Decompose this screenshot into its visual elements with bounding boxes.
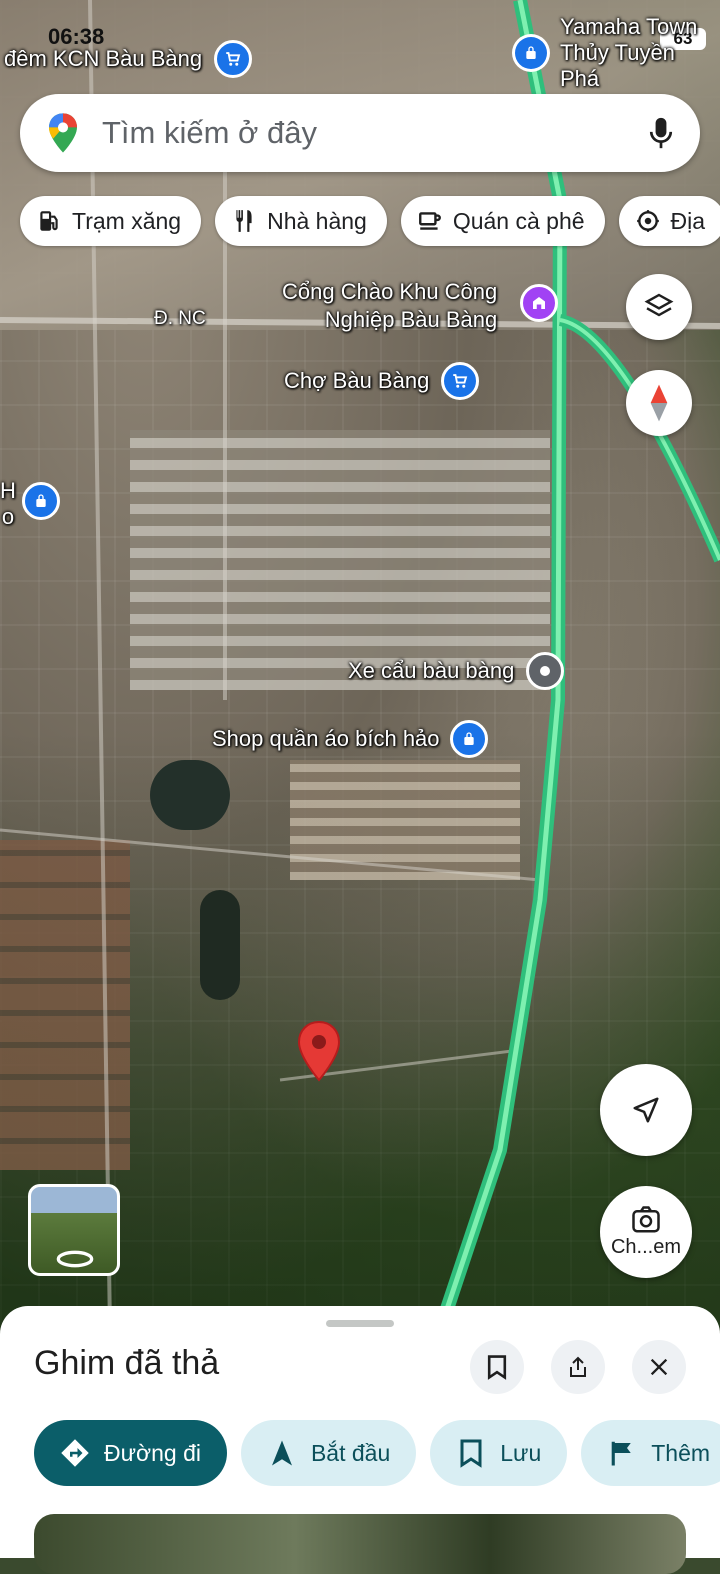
chip-gas-station[interactable]: Trạm xăng: [20, 196, 202, 246]
poi-label-2: Thủy Tuyền Phá: [559, 40, 675, 91]
chip-label: Trạm xăng: [72, 207, 182, 234]
microphone-icon[interactable]: [648, 115, 674, 151]
poi-label-2: o: [1, 504, 15, 529]
street-view-thumbnail[interactable]: [28, 1184, 120, 1276]
camera-search-icon: [632, 1205, 660, 1232]
close-button[interactable]: [632, 1340, 686, 1394]
attraction-icon: [636, 210, 659, 232]
location-dot-icon: [526, 652, 565, 690]
my-location-button[interactable]: [600, 1064, 692, 1156]
navigation-arrow-icon: [271, 1440, 292, 1466]
place-photo[interactable]: [34, 1514, 686, 1574]
poi-label: Xe cẩu bàu bàng: [348, 658, 515, 683]
shopping-bag-icon[interactable]: [22, 482, 60, 520]
road-label-nc: Đ. NC: [154, 308, 206, 329]
shopping-bag-icon: [449, 720, 488, 758]
chip-label: Quán cà phê: [452, 207, 585, 234]
poi-label: Chợ Bàu Bàng: [284, 368, 430, 393]
place-sheet[interactable]: Ghim đã thả Đường đi Bắt đầu Lưu Thêm: [0, 1306, 720, 1574]
poi-gate[interactable]: Cổng Chào Khu Công Nghiệp Bàu Bàng: [282, 278, 497, 334]
poi-label: Yamaha Town: [559, 14, 698, 39]
google-maps-logo-icon: [49, 113, 77, 153]
chip-restaurant[interactable]: Nhà hàng: [215, 196, 387, 246]
share-icon: [570, 1356, 586, 1377]
coffee-icon: [418, 212, 441, 230]
shopping-bag-icon: [512, 34, 550, 72]
landmark-gate-icon[interactable]: [520, 284, 558, 322]
poi-crane[interactable]: Xe cẩu bàu bàng: [348, 652, 565, 690]
save-button[interactable]: Lưu: [430, 1420, 568, 1486]
poi-kcn-bau-bang[interactable]: đêm KCN Bàu Bàng: [4, 40, 253, 78]
poi-label-2: Nghiệp Bàu Bàng: [324, 307, 498, 332]
poi-label: Shop quần áo bích hảo: [212, 726, 440, 751]
start-button[interactable]: Bắt đầu: [240, 1420, 417, 1486]
dropped-pin-icon[interactable]: [296, 1020, 342, 1084]
poi-label: đêm KCN Bàu Bàng: [4, 46, 203, 71]
compass-icon: [650, 384, 668, 422]
layers-icon: [644, 293, 674, 317]
chip-label: Địa: [670, 207, 706, 234]
compass-button[interactable]: [626, 370, 692, 436]
directions-icon: [61, 1439, 89, 1467]
shopping-cart-icon: [214, 40, 253, 78]
streetview-button[interactable]: Ch...em: [600, 1186, 692, 1278]
search-input[interactable]: Tìm kiếm ở đây: [102, 115, 648, 151]
rotate-360-icon: [56, 1250, 94, 1268]
start-label: Bắt đầu: [310, 1439, 391, 1466]
more-button[interactable]: Thêm: [581, 1420, 720, 1486]
save-label: Lưu: [500, 1439, 542, 1466]
action-buttons: Đường đi Bắt đầu Lưu Thêm: [34, 1420, 720, 1486]
sheet-title: Ghim đã thả: [34, 1344, 220, 1382]
drag-handle[interactable]: [326, 1320, 394, 1327]
category-chips: Trạm xăng Nhà hàng Quán cà phê Địa: [20, 196, 720, 246]
poi-edge[interactable]: H o: [0, 478, 16, 530]
search-bar[interactable]: Tìm kiếm ở đây: [20, 94, 700, 172]
bookmark-icon: [460, 1439, 482, 1468]
share-button[interactable]: [551, 1340, 605, 1394]
chip-attractions[interactable]: Địa: [618, 196, 720, 246]
satellite-map[interactable]: 06:38 63 đêm KCN Bàu Bàng Yamaha Town Th…: [0, 0, 720, 1330]
restaurant-icon: [236, 210, 252, 232]
poi-label: Cổng Chào Khu Công: [282, 279, 498, 304]
poi-yamaha[interactable]: Yamaha Town Thủy Tuyền Phá: [512, 14, 720, 92]
poi-shop[interactable]: Shop quần áo bích hảo: [212, 720, 488, 758]
gas-station-icon: [40, 211, 58, 231]
close-icon: [650, 1358, 668, 1376]
chip-label: Nhà hàng: [267, 207, 367, 234]
save-icon-button[interactable]: [470, 1340, 524, 1394]
poi-market[interactable]: Chợ Bàu Bàng: [284, 362, 480, 400]
layers-button[interactable]: [626, 274, 692, 340]
poi-label: H: [0, 478, 16, 503]
navigation-arrow-icon: [633, 1097, 659, 1123]
directions-label: Đường đi: [104, 1439, 201, 1466]
flag-icon: [611, 1441, 631, 1466]
streetview-label: Ch...em: [610, 1235, 682, 1258]
shopping-cart-icon: [441, 362, 480, 400]
directions-button[interactable]: Đường đi: [34, 1420, 227, 1486]
more-label: Thêm: [651, 1439, 711, 1466]
bookmark-icon: [487, 1355, 507, 1380]
chip-coffee[interactable]: Quán cà phê: [400, 196, 605, 246]
